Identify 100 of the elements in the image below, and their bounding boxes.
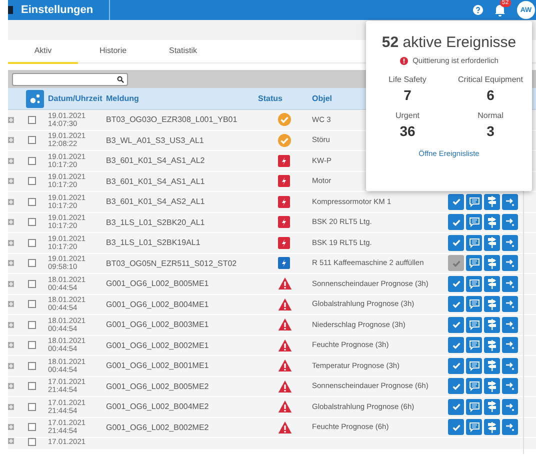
comment-button[interactable] (466, 296, 482, 312)
assign-button[interactable] (484, 378, 500, 394)
category-label: Normal (478, 111, 504, 120)
alarm-icon (278, 236, 290, 249)
message-text: B3_1LS_L01_S2BK20_AL1 (106, 218, 206, 227)
navigate-button[interactable] (502, 378, 518, 394)
row-checkbox[interactable] (28, 362, 36, 370)
row-checkbox[interactable] (28, 300, 36, 308)
comment-button[interactable] (466, 398, 482, 415)
row-checkbox[interactable] (28, 280, 36, 288)
acknowledge-button[interactable] (448, 276, 464, 292)
assign-button[interactable] (484, 398, 500, 415)
acknowledge-button[interactable] (448, 194, 464, 210)
message-text: G001_OG6_L002_B005ME1 (106, 279, 210, 288)
row-checkbox[interactable] (28, 341, 36, 350)
comment-button[interactable] (466, 337, 482, 354)
row-checkbox[interactable] (28, 218, 36, 226)
acknowledge-button[interactable] (448, 255, 464, 272)
assign-button[interactable] (484, 337, 500, 354)
navigate-button[interactable] (502, 316, 518, 333)
row-checkbox[interactable] (28, 259, 36, 268)
row-checkbox[interactable] (28, 116, 36, 124)
row-checkbox[interactable] (28, 156, 36, 165)
arrow-icon (505, 258, 515, 268)
message-text: B3_601_K01_S4_AS2_AL1 (106, 197, 206, 206)
check-icon (452, 422, 460, 432)
navigate-button[interactable] (502, 358, 518, 374)
assign-button[interactable] (484, 419, 500, 436)
acknowledge-button[interactable] (448, 234, 464, 251)
comment-button[interactable] (466, 214, 482, 230)
acknowledge-button[interactable] (448, 378, 464, 394)
assign-button[interactable] (484, 214, 500, 230)
assign-button[interactable] (484, 358, 500, 374)
assign-button[interactable] (484, 296, 500, 312)
column-header[interactable]: Datum/Uhrzeit (48, 94, 106, 103)
navigate-button[interactable] (502, 337, 518, 354)
arrow-icon (505, 299, 515, 310)
comment-button[interactable] (466, 276, 482, 292)
comment-button[interactable] (466, 419, 482, 436)
tab[interactable]: Statistik (148, 40, 218, 64)
acknowledge-button[interactable] (448, 358, 464, 374)
signpost-icon (487, 422, 497, 433)
warning-icon (278, 359, 292, 372)
acknowledge-button[interactable] (448, 337, 464, 354)
comment-button[interactable] (466, 255, 482, 272)
assign-button[interactable] (484, 316, 500, 333)
signpost-icon (487, 298, 497, 310)
navigate-button[interactable] (502, 296, 518, 312)
navigate-button[interactable] (502, 214, 518, 230)
acknowledge-button[interactable] (448, 316, 464, 333)
row-checkbox[interactable] (28, 198, 36, 206)
assign-button[interactable] (484, 194, 500, 210)
row-checkbox[interactable] (28, 238, 36, 247)
navigate-button[interactable] (502, 234, 518, 251)
warning-icon (278, 400, 292, 414)
row-checkbox[interactable] (28, 402, 36, 411)
acknowledge-button[interactable] (448, 398, 464, 415)
bell-icon[interactable] (493, 3, 507, 17)
comment-icon (468, 238, 480, 248)
search-icon (117, 76, 124, 82)
acknowledge-button[interactable] (448, 214, 464, 230)
warning-icon (278, 380, 292, 393)
comment-button[interactable] (466, 234, 482, 251)
check-icon (452, 218, 460, 227)
help-icon[interactable] (473, 5, 483, 15)
row-checkbox[interactable] (28, 423, 36, 432)
comment-button[interactable] (466, 358, 482, 374)
arrow-icon (505, 381, 515, 392)
column-header[interactable]: Status (258, 94, 312, 103)
check-icon (452, 402, 460, 412)
comment-button[interactable] (466, 378, 482, 394)
comment-button[interactable] (466, 194, 482, 210)
navigate-button[interactable] (502, 255, 518, 272)
row-checkbox[interactable] (28, 382, 36, 390)
category-label: Critical Equipment (458, 75, 523, 84)
signpost-icon (487, 319, 497, 330)
tab[interactable]: Historie (78, 40, 148, 64)
message-text: G001_OG6_L002_B004ME1 (106, 300, 210, 309)
warning-icon (278, 420, 292, 434)
tab[interactable]: Aktiv (8, 40, 78, 64)
assign-button[interactable] (484, 234, 500, 251)
acknowledge-button[interactable] (448, 419, 464, 436)
row-checkbox[interactable] (28, 177, 36, 186)
navigate-button[interactable] (502, 398, 518, 415)
navigate-button[interactable] (502, 276, 518, 292)
column-settings-button[interactable] (26, 90, 44, 108)
acknowledge-button[interactable] (448, 296, 464, 312)
assign-button[interactable] (484, 276, 500, 292)
message-text: BT03_OG05N_EZR511_S012_ST02 (106, 258, 238, 268)
row-checkbox[interactable] (28, 320, 36, 329)
comment-button[interactable] (466, 316, 482, 333)
arrow-icon (505, 238, 515, 248)
assign-button[interactable] (484, 255, 500, 272)
row-checkbox[interactable] (28, 438, 36, 446)
navigate-button[interactable] (502, 419, 518, 436)
category-count: 3 (486, 123, 494, 139)
row-checkbox[interactable] (28, 136, 36, 144)
column-header[interactable]: Meldung (106, 94, 258, 103)
navigate-button[interactable] (502, 194, 518, 210)
search-field[interactable] (12, 72, 128, 86)
